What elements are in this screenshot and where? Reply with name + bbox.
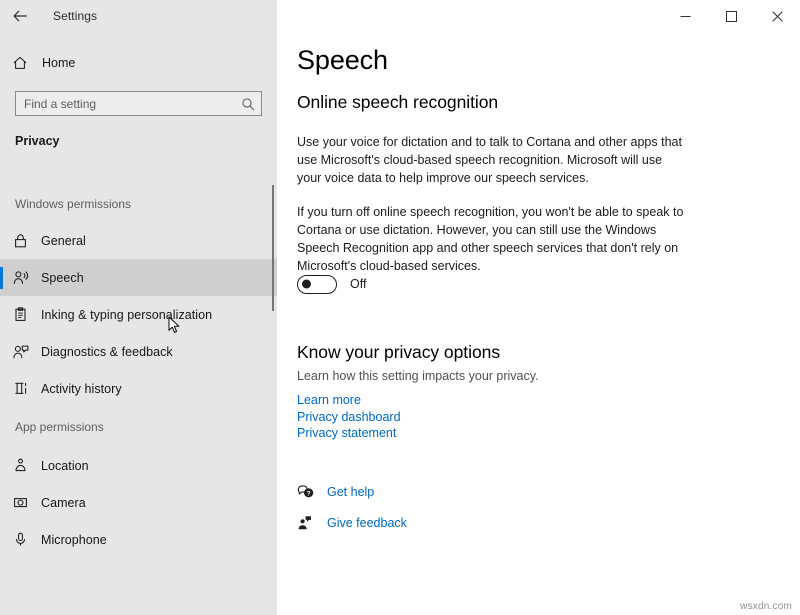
watermark: wsxdn.com bbox=[740, 601, 792, 612]
sidebar-item-camera[interactable]: Camera bbox=[0, 484, 277, 521]
sidebar-nav-list: Windows permissions General bbox=[0, 186, 277, 615]
close-icon bbox=[772, 11, 783, 22]
sidebar-item-label: Activity history bbox=[41, 382, 122, 396]
camera-icon bbox=[0, 494, 41, 511]
footer-links: ? Get help Give feedback bbox=[297, 478, 407, 540]
svg-text:?: ? bbox=[307, 491, 311, 498]
online-speech-recognition-toggle[interactable] bbox=[297, 275, 337, 294]
section-heading-online-speech-recognition: Online speech recognition bbox=[297, 92, 498, 113]
search-input[interactable] bbox=[16, 92, 261, 115]
location-pin-icon bbox=[0, 457, 41, 474]
microphone-icon bbox=[0, 531, 41, 548]
sidebar-item-label: Microphone bbox=[41, 533, 107, 547]
give-feedback-label: Give feedback bbox=[327, 516, 407, 530]
page-title: Speech bbox=[297, 45, 388, 76]
search-container bbox=[15, 91, 262, 116]
sidebar-item-inking-typing-personalization[interactable]: Inking & typing personalization bbox=[0, 296, 277, 333]
speech-person-icon bbox=[0, 269, 41, 287]
content-pane: Speech Online speech recognition Use you… bbox=[277, 0, 800, 615]
person-feedback-icon bbox=[0, 343, 41, 361]
sidebar-group-header-windows-permissions: Windows permissions bbox=[0, 186, 277, 222]
give-feedback-link[interactable]: Give feedback bbox=[297, 509, 407, 537]
sidebar-item-label: Location bbox=[41, 459, 89, 473]
get-help-link[interactable]: ? Get help bbox=[297, 478, 407, 506]
sidebar-item-activity-history[interactable]: Activity history bbox=[0, 370, 277, 407]
close-button[interactable] bbox=[754, 0, 800, 32]
clipboard-pen-icon bbox=[0, 306, 41, 323]
toggle-state-label: Off bbox=[350, 277, 366, 291]
link-privacy-statement[interactable]: Privacy statement bbox=[297, 425, 396, 442]
feedback-person-icon bbox=[297, 515, 327, 531]
online-speech-description-1: Use your voice for dictation and to talk… bbox=[297, 133, 689, 187]
window-title: Settings bbox=[53, 9, 97, 23]
sidebar-category-title: Privacy bbox=[15, 134, 59, 148]
lock-icon bbox=[0, 232, 41, 249]
sidebar-group-header-app-permissions: App permissions bbox=[0, 407, 277, 447]
maximize-icon bbox=[726, 11, 737, 22]
sidebar-home-label: Home bbox=[42, 56, 75, 70]
title-bar-left: Settings bbox=[0, 0, 97, 32]
sidebar-item-label: General bbox=[41, 234, 86, 248]
sidebar: Home Privacy Windows permissions bbox=[0, 0, 277, 615]
get-help-label: Get help bbox=[327, 485, 374, 499]
privacy-links-list: Learn more Privacy dashboard Privacy sta… bbox=[297, 392, 401, 442]
title-bar: Settings bbox=[0, 0, 800, 32]
minimize-button[interactable] bbox=[662, 0, 708, 32]
sidebar-scrollbar-thumb[interactable] bbox=[272, 185, 274, 311]
search-icon[interactable] bbox=[241, 97, 255, 111]
settings-window: Home Privacy Windows permissions bbox=[0, 0, 800, 615]
sidebar-item-label: Speech bbox=[41, 271, 84, 285]
sidebar-item-label: Inking & typing personalization bbox=[41, 308, 212, 322]
link-privacy-dashboard[interactable]: Privacy dashboard bbox=[297, 409, 401, 426]
privacy-options-subtext: Learn how this setting impacts your priv… bbox=[297, 369, 539, 383]
minimize-icon bbox=[680, 11, 691, 22]
sidebar-item-label: Camera bbox=[41, 496, 86, 510]
sidebar-item-general[interactable]: General bbox=[0, 222, 277, 259]
sidebar-item-diagnostics-feedback[interactable]: Diagnostics & feedback bbox=[0, 333, 277, 370]
back-arrow-icon bbox=[12, 9, 28, 23]
back-button[interactable] bbox=[0, 0, 40, 32]
maximize-button[interactable] bbox=[708, 0, 754, 32]
activity-timeline-icon bbox=[0, 380, 41, 397]
sidebar-item-home[interactable]: Home bbox=[0, 49, 277, 77]
home-icon bbox=[0, 55, 40, 71]
help-bubble-icon: ? bbox=[297, 484, 327, 500]
selection-accent-bar bbox=[0, 267, 3, 289]
search-box[interactable] bbox=[15, 91, 262, 116]
window-controls bbox=[662, 0, 800, 32]
link-learn-more[interactable]: Learn more bbox=[297, 392, 361, 409]
sidebar-item-speech[interactable]: Speech bbox=[0, 259, 277, 296]
online-speech-toggle-row: Off bbox=[297, 274, 366, 294]
sidebar-item-location[interactable]: Location bbox=[0, 447, 277, 484]
sidebar-item-microphone[interactable]: Microphone bbox=[0, 521, 277, 558]
sidebar-item-label: Diagnostics & feedback bbox=[41, 345, 173, 359]
toggle-knob bbox=[302, 280, 311, 289]
online-speech-description-2: If you turn off online speech recognitio… bbox=[297, 203, 689, 275]
section-heading-know-your-privacy-options: Know your privacy options bbox=[297, 342, 500, 363]
